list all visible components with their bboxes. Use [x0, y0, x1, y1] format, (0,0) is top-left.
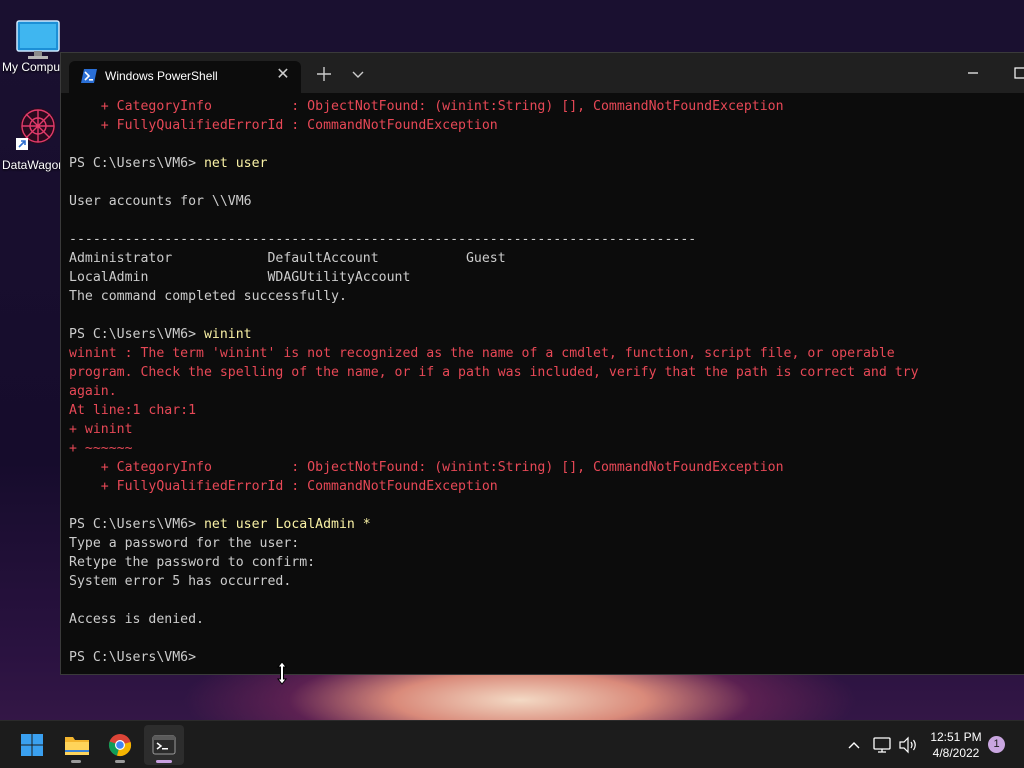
desktop-icon-label: DataWagon: [2, 158, 62, 172]
terminal-window: Windows PowerShell ✕ + CategoryInfo : Ob…: [60, 52, 1024, 675]
console-line: At line:1 char:1: [69, 403, 197, 418]
console-line: PS C:\Users\VM6> net user LocalAdmin *: [69, 515, 1024, 534]
console-prompt: PS C:\Users\VM6>: [69, 650, 204, 665]
new-tab-icon[interactable]: [313, 63, 335, 85]
active-indicator: [156, 760, 172, 763]
console-line: + FullyQualifiedErrorId : CommandNotFoun…: [69, 118, 498, 133]
volume-icon[interactable]: [898, 736, 918, 754]
start-button[interactable]: [12, 725, 52, 765]
console-line: + CategoryInfo : ObjectNotFound: (winint…: [69, 460, 784, 475]
tab-title: Windows PowerShell: [105, 69, 218, 83]
console-line: ----------------------------------------…: [69, 232, 697, 247]
folder-icon: [65, 737, 89, 755]
monitor-icon: [16, 20, 60, 59]
console-line: User accounts for \\VM6: [69, 194, 252, 209]
terminal-icon: [152, 735, 176, 755]
console-prompt: PS C:\Users\VM6>: [69, 517, 204, 532]
console-command: net user LocalAdmin *: [203, 517, 371, 532]
console-line: Administrator DefaultAccount Guest: [69, 251, 506, 266]
minimize-icon[interactable]: [961, 63, 985, 83]
console-output[interactable]: + CategoryInfo : ObjectNotFound: (winint…: [69, 97, 1024, 674]
console-line: LocalAdmin WDAGUtilityAccount: [69, 270, 411, 285]
clock-time: 12:51 PM: [930, 730, 982, 744]
running-indicator: [71, 760, 81, 763]
console-command: winint: [203, 327, 252, 342]
chrome-icon: [108, 734, 132, 757]
console-command: net user: [203, 156, 268, 171]
windows-logo-icon: [21, 734, 43, 756]
console-line: + winint: [69, 422, 133, 437]
console-line: + FullyQualifiedErrorId : CommandNotFoun…: [69, 479, 498, 494]
close-tab-icon[interactable]: ✕: [273, 65, 293, 85]
maximize-icon[interactable]: [1007, 63, 1024, 83]
console-line: System error 5 has occurred.: [69, 574, 292, 589]
clock-date: 4/8/2022: [932, 746, 980, 760]
network-icon[interactable]: [872, 736, 892, 754]
powershell-icon: [81, 69, 97, 83]
console-line: Access is denied.: [69, 612, 204, 627]
console-line: PS C:\Users\VM6> winint: [69, 325, 1024, 344]
console-line: Type a password for the user:: [69, 536, 300, 551]
datawagon-app-icon: [16, 108, 56, 150]
desktop-icon-label: My Computer: [2, 60, 62, 74]
taskbar: 12:51 PM 4/8/2022 1: [0, 720, 1024, 768]
running-indicator: [115, 760, 125, 763]
system-clock[interactable]: 12:51 PM 4/8/2022: [920, 729, 992, 761]
file-explorer-button[interactable]: [56, 725, 96, 765]
terminal-button[interactable]: [144, 725, 184, 765]
console-line: again.: [69, 384, 117, 399]
console-line: + ~~~~~~: [69, 441, 133, 456]
tab-windows-powershell[interactable]: Windows PowerShell ✕: [69, 61, 301, 93]
chevron-down-icon[interactable]: [347, 63, 369, 85]
chevron-up-icon[interactable]: [846, 737, 862, 753]
console-line: The command completed successfully.: [69, 289, 347, 304]
notification-badge[interactable]: 1: [988, 736, 1005, 753]
console-line: Retype the password to confirm:: [69, 555, 316, 570]
chrome-button[interactable]: [100, 725, 140, 765]
console-prompt: PS C:\Users\VM6>: [69, 156, 204, 171]
resize-cursor-icon: [276, 661, 288, 685]
title-bar[interactable]: Windows PowerShell ✕: [61, 53, 1024, 93]
console-line: + CategoryInfo : ObjectNotFound: (winint…: [69, 99, 784, 114]
console-line: program. Check the spelling of the name,…: [69, 365, 919, 380]
console-prompt: PS C:\Users\VM6>: [69, 327, 204, 342]
console-line: PS C:\Users\VM6>: [69, 648, 1024, 667]
console-line: PS C:\Users\VM6> net user: [69, 154, 1024, 173]
console-line: winint : The term 'winint' is not recogn…: [69, 346, 895, 361]
